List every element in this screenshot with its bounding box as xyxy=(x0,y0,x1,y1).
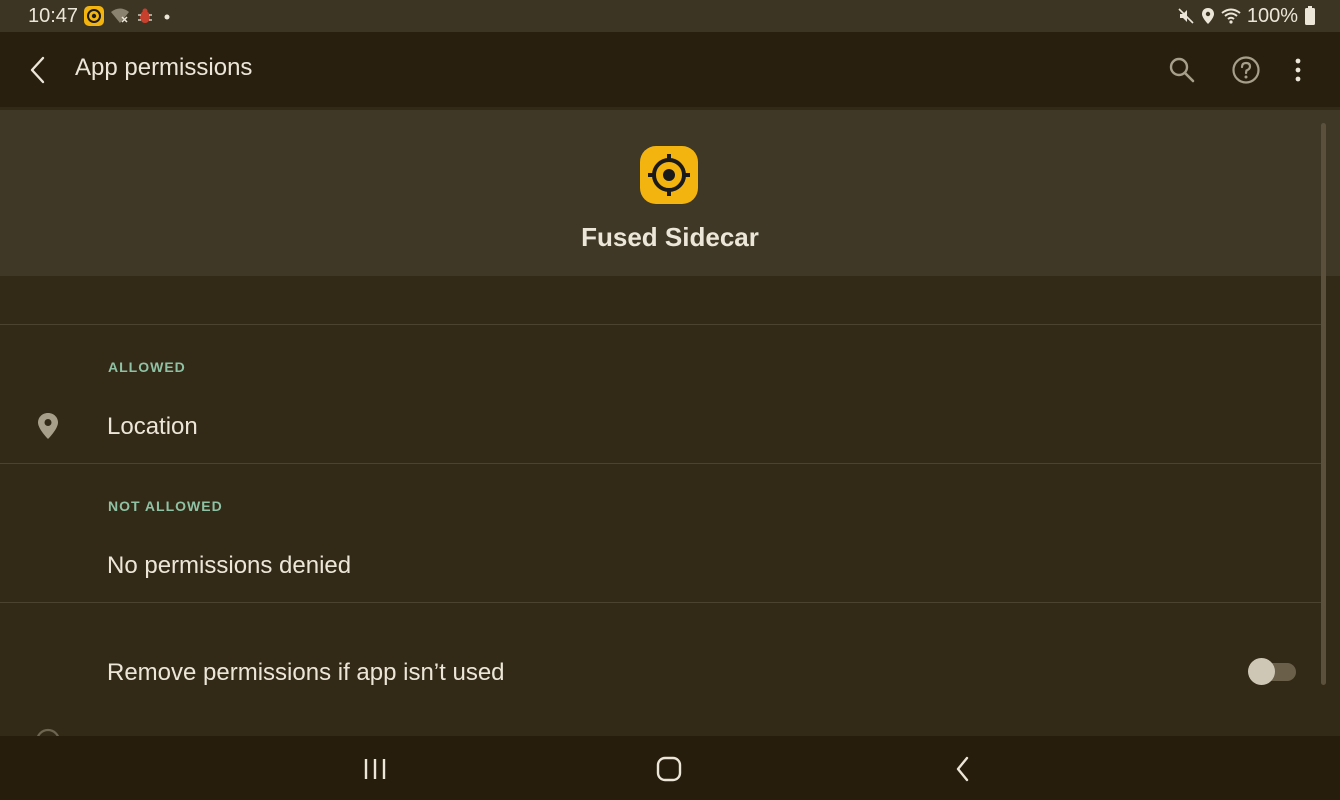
mute-icon xyxy=(1177,7,1195,25)
location-icon xyxy=(1201,7,1215,25)
fused-sidecar-notification-icon xyxy=(84,6,105,26)
remove-permissions-label[interactable]: Remove permissions if app isn’t used xyxy=(107,659,505,687)
back-arrow-icon xyxy=(30,56,45,84)
help-icon xyxy=(1232,56,1260,84)
permission-item-location[interactable]: Location xyxy=(107,413,198,441)
location-pin-icon xyxy=(34,411,62,441)
help-button[interactable] xyxy=(1226,50,1266,90)
back-button[interactable] xyxy=(20,50,56,90)
more-options-button[interactable] xyxy=(1278,50,1318,90)
remove-permissions-toggle[interactable] xyxy=(1248,658,1296,685)
wifi-x-icon xyxy=(110,7,130,25)
more-vert-icon xyxy=(1295,58,1301,82)
status-time: 10:47 xyxy=(28,4,79,27)
divider xyxy=(0,463,1322,464)
nav-back-button[interactable] xyxy=(938,750,988,788)
dot-icon xyxy=(160,7,174,25)
battery-percent: 100% xyxy=(1246,4,1298,27)
home-button[interactable] xyxy=(644,750,694,788)
divider xyxy=(0,602,1322,603)
wifi-icon xyxy=(1221,7,1241,25)
permission-item-none-denied: No permissions denied xyxy=(107,552,352,579)
page-title: App permissions xyxy=(75,54,253,81)
back-icon xyxy=(956,756,969,782)
recents-icon xyxy=(364,759,386,779)
section-label-allowed: ALLOWED xyxy=(108,359,186,375)
divider xyxy=(0,324,1322,325)
app-bar: App permissions xyxy=(0,32,1340,107)
status-bar-left: 10:47 xyxy=(28,0,174,32)
navigation-bar xyxy=(0,736,1340,800)
status-bar-right: 100% xyxy=(1177,0,1316,32)
search-icon xyxy=(1169,57,1195,83)
status-bar: 10:47 100% xyxy=(0,0,1340,32)
target-icon xyxy=(640,146,698,204)
app-name: Fused Sidecar xyxy=(581,222,759,252)
scrollbar[interactable] xyxy=(1321,123,1326,685)
home-icon xyxy=(656,756,682,782)
battery-icon xyxy=(1304,6,1316,26)
section-label-not-allowed: NOT ALLOWED xyxy=(108,498,223,514)
recents-button[interactable] xyxy=(350,750,400,788)
bug-icon xyxy=(136,7,154,25)
search-button[interactable] xyxy=(1162,50,1202,90)
toggle-knob xyxy=(1248,658,1275,685)
